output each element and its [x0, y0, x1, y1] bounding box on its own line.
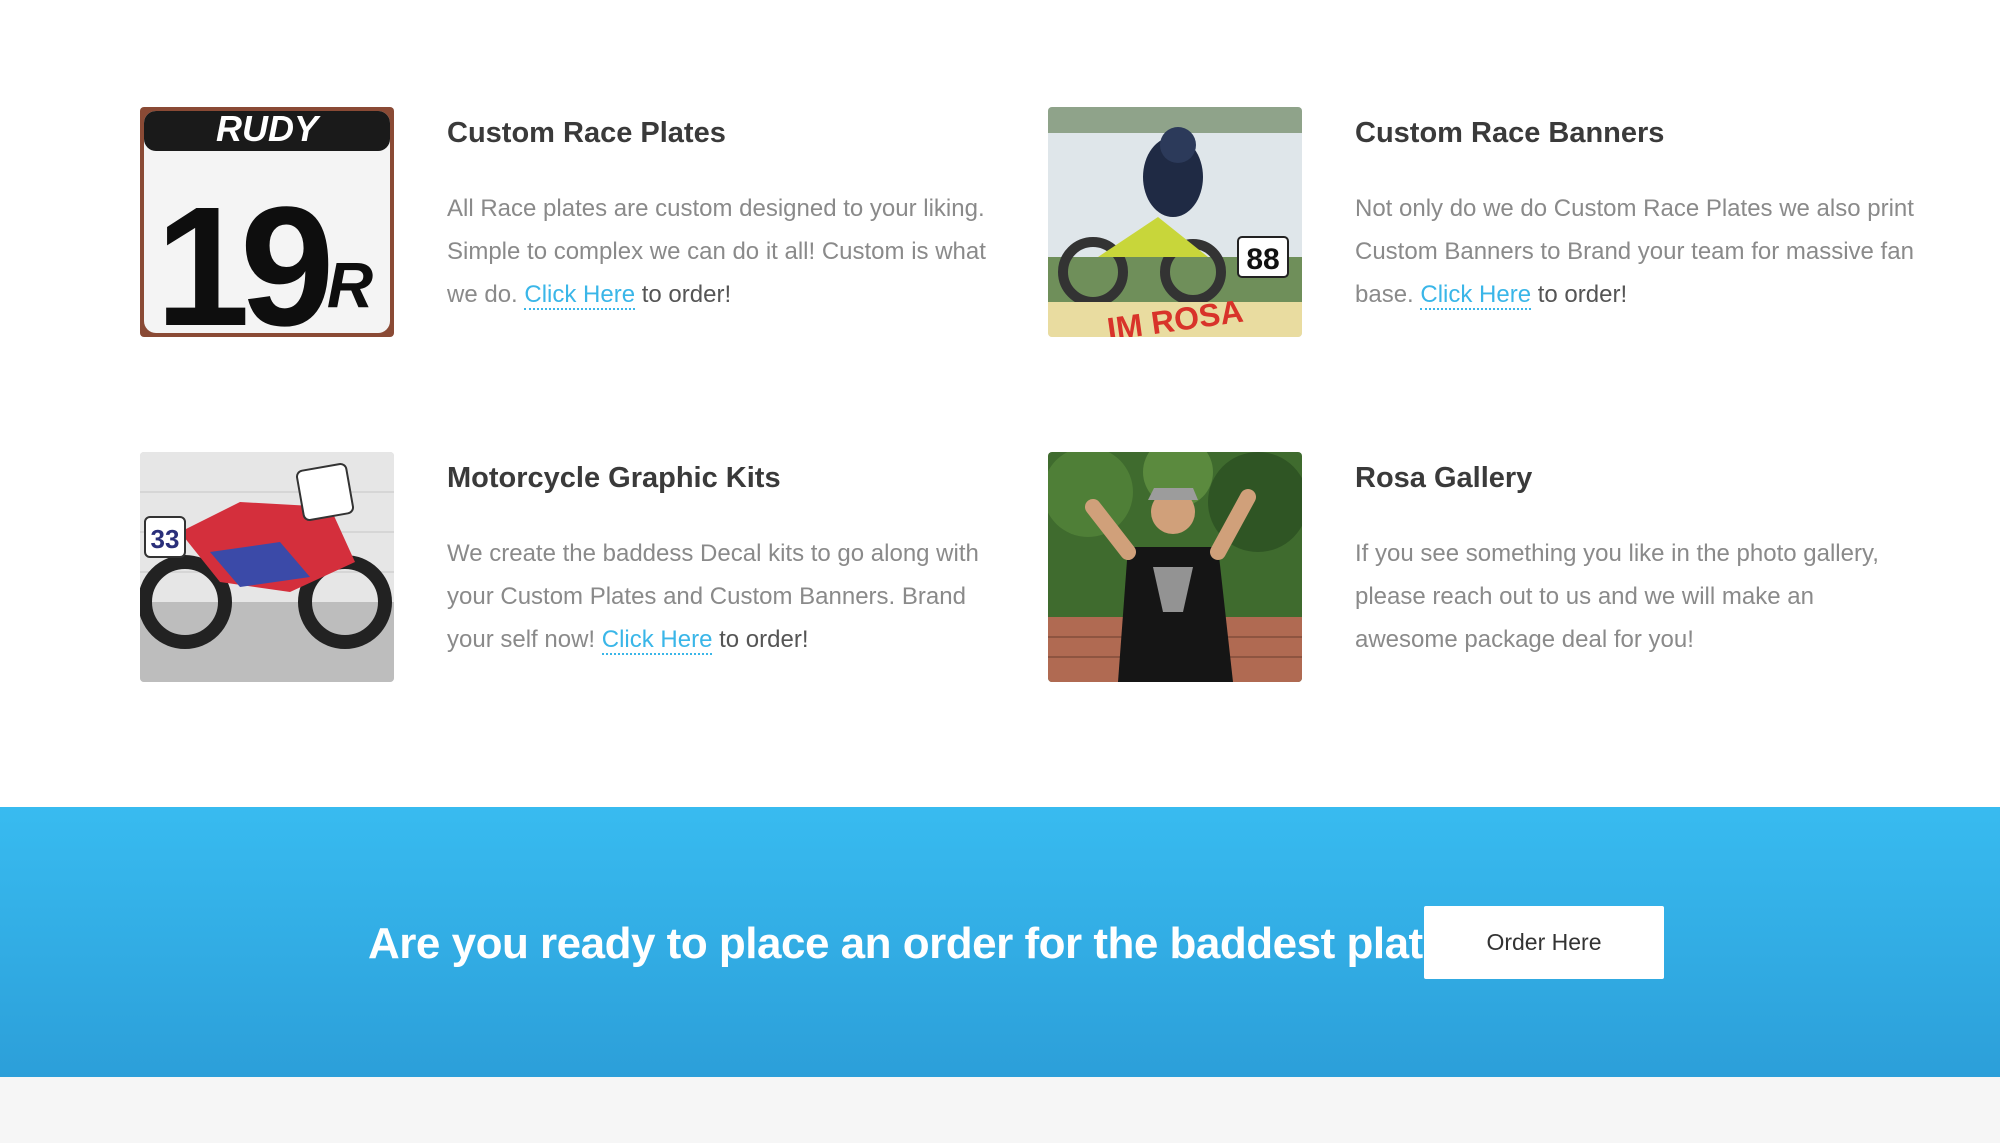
service-card-rosa-gallery: Rosa Gallery If you see something you li…	[1048, 452, 1928, 692]
footer-strip	[0, 1077, 2000, 1143]
service-description: All Race plates are custom designed to y…	[447, 187, 1007, 316]
service-body-text: We create the baddess Decal kits to go a…	[447, 540, 979, 653]
order-cta-banner: Are you ready to place an order for the …	[0, 807, 2000, 1077]
service-title: Custom Race Banners	[1355, 117, 1665, 149]
service-title: Rosa Gallery	[1355, 462, 1533, 494]
race-banner-image[interactable]: 88 IM ROSA	[1048, 107, 1302, 337]
service-card-graphic-kits: 33 Motorcycle Graphic Kits We create the…	[140, 452, 1020, 692]
gallery-photo-image[interactable]	[1048, 452, 1302, 682]
svg-text:88: 88	[1246, 243, 1279, 276]
motorcycle-graphic-kit-image[interactable]: 33	[140, 452, 394, 682]
race-plate-image[interactable]: RUDY 19 R	[140, 107, 394, 337]
order-suffix-text: to order!	[719, 626, 809, 653]
click-here-link[interactable]: Click Here	[524, 281, 636, 310]
order-suffix-text: to order!	[1537, 281, 1628, 308]
service-description: We create the baddess Decal kits to go a…	[447, 532, 1007, 661]
order-suffix-text: to order!	[641, 281, 732, 308]
click-here-link[interactable]: Click Here	[1420, 281, 1532, 310]
service-card-race-banners: 88 IM ROSA Custom Race Banners Not only …	[1048, 107, 1928, 347]
click-here-link[interactable]: Click Here	[601, 626, 713, 655]
order-here-button[interactable]: Order Here	[1424, 906, 1664, 979]
service-title: Custom Race Plates	[447, 117, 726, 149]
service-body-text: If you see something you like in the pho…	[1355, 540, 1879, 653]
svg-text:33: 33	[151, 524, 180, 554]
service-description: If you see something you like in the pho…	[1355, 532, 1915, 661]
service-title: Motorcycle Graphic Kits	[447, 462, 781, 494]
svg-text:19: 19	[155, 172, 329, 337]
svg-text:RUDY: RUDY	[216, 108, 321, 149]
service-description: Not only do we do Custom Race Plates we …	[1355, 187, 1915, 316]
cta-heading: Are you ready to place an order for the …	[368, 919, 1498, 968]
svg-text:R: R	[327, 249, 373, 321]
services-section: RUDY 19 R Custom Race Plates All Race pl…	[0, 0, 2000, 807]
service-card-race-plates: RUDY 19 R Custom Race Plates All Race pl…	[140, 107, 1020, 347]
